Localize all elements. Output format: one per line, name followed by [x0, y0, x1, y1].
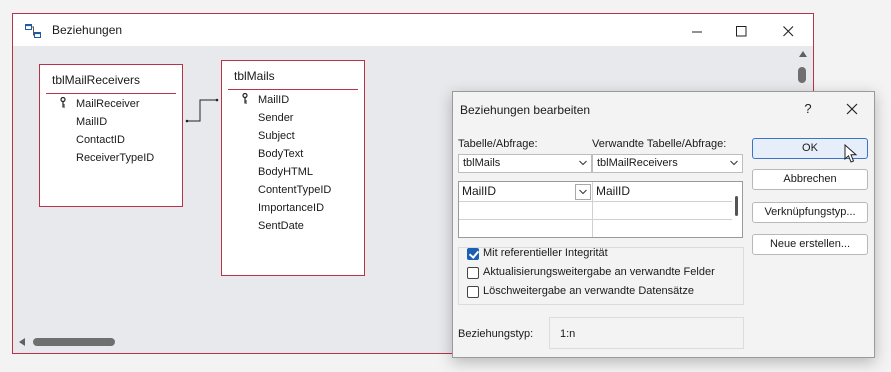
field-bodyhtml[interactable]: BodyHTML: [258, 164, 313, 180]
maximize-icon: [735, 25, 746, 36]
related-table-query-select[interactable]: tblMailReceivers: [592, 154, 743, 173]
relationship-type-label: Beziehungstyp:: [458, 328, 534, 340]
close-icon: [782, 25, 793, 36]
scroll-up-icon[interactable]: [799, 51, 807, 57]
close-button[interactable]: [765, 18, 811, 44]
grid-row-divider: [459, 219, 732, 220]
dialog-close-button[interactable]: [841, 98, 863, 120]
field-mailid[interactable]: MailID: [76, 114, 107, 130]
related-table-query-label: Verwandte Tabelle/Abfrage:: [592, 138, 727, 150]
related-table-query-value: tblMailReceivers: [597, 157, 678, 169]
chevron-down-icon: [730, 160, 738, 166]
table-box-tblmailreceivers[interactable]: tblMailReceivers MailReceiver MailID Con…: [39, 64, 183, 207]
field-sender[interactable]: Sender: [258, 110, 293, 126]
field-receivertypeid[interactable]: ReceiverTypeID: [76, 150, 154, 166]
field-mailid[interactable]: MailID: [258, 92, 289, 108]
cascade-update-checkbox[interactable]: [467, 267, 479, 279]
table-query-label: Tabelle/Abfrage:: [458, 138, 538, 150]
mouse-pointer-icon: [844, 144, 858, 163]
field-subject[interactable]: Subject: [258, 128, 295, 144]
grid-cell-left[interactable]: MailID: [462, 184, 496, 198]
table-box-tblmails[interactable]: tblMails MailID Sender Subject BodyText …: [221, 60, 365, 276]
table-query-select[interactable]: tblMails: [458, 154, 592, 173]
grid-row-divider: [459, 201, 732, 202]
field-contenttypeid[interactable]: ContentTypeID: [258, 182, 331, 198]
join-type-button[interactable]: Verknüpfungstyp...: [752, 202, 868, 223]
field-bodytext[interactable]: BodyText: [258, 146, 303, 162]
field-contactid[interactable]: ContactID: [76, 132, 125, 148]
horizontal-scrollbar[interactable]: [19, 337, 459, 347]
cascade-delete-checkbox[interactable]: [467, 286, 479, 298]
dialog-title: Beziehungen bearbeiten: [460, 103, 591, 117]
relationship-type-value: 1:n: [560, 328, 576, 340]
grid-cell-right[interactable]: MailID: [596, 184, 630, 198]
field-importanceid[interactable]: ImportanceID: [258, 200, 324, 216]
table-title: tblMails: [234, 69, 275, 83]
grid-column-divider: [592, 182, 593, 237]
integrity-checkbox[interactable]: [467, 248, 479, 260]
help-button[interactable]: ?: [797, 98, 819, 120]
edit-relationships-dialog: Beziehungen bearbeiten ? Tabelle/Abfrage…: [452, 91, 875, 358]
close-icon: [846, 103, 858, 115]
field-sentdate[interactable]: SentDate: [258, 218, 304, 234]
minimize-icon: [691, 31, 702, 32]
window-title: Beziehungen: [52, 23, 123, 37]
create-new-button[interactable]: Neue erstellen...: [752, 234, 868, 255]
relationship-line[interactable]: [185, 96, 223, 126]
chevron-down-icon: [579, 160, 587, 166]
table-title-divider: [228, 89, 358, 90]
table-query-value: tblMails: [463, 157, 501, 169]
relationship-type-box: 1:n: [549, 317, 744, 349]
chevron-down-icon: [579, 189, 587, 195]
table-title-divider: [46, 93, 176, 94]
scroll-left-icon[interactable]: [19, 338, 25, 346]
minimize-button[interactable]: [674, 18, 720, 44]
grid-scrollbar[interactable]: [735, 196, 738, 216]
cascade-delete-label[interactable]: Löschweitergabe an verwandte Datensätze: [483, 285, 694, 297]
horizontal-scroll-thumb[interactable]: [33, 338, 115, 346]
table-title: tblMailReceivers: [52, 73, 141, 87]
integrity-label[interactable]: Mit referentieller Integrität: [483, 247, 608, 259]
cascade-update-label[interactable]: Aktualisierungsweitergabe an verwandte F…: [483, 266, 715, 278]
primary-key-icon: [60, 97, 66, 108]
relationships-icon: [25, 24, 41, 38]
field-mailreceiver[interactable]: MailReceiver: [76, 96, 140, 112]
grid-cell-dropdown[interactable]: [575, 184, 591, 200]
primary-key-icon: [242, 93, 248, 104]
cancel-button[interactable]: Abbrechen: [752, 169, 868, 190]
field-mapping-grid[interactable]: MailID MailID: [458, 181, 743, 238]
maximize-button[interactable]: [718, 18, 764, 44]
window-titlebar[interactable]: Beziehungen: [13, 14, 813, 46]
vertical-scroll-thumb[interactable]: [798, 67, 806, 83]
